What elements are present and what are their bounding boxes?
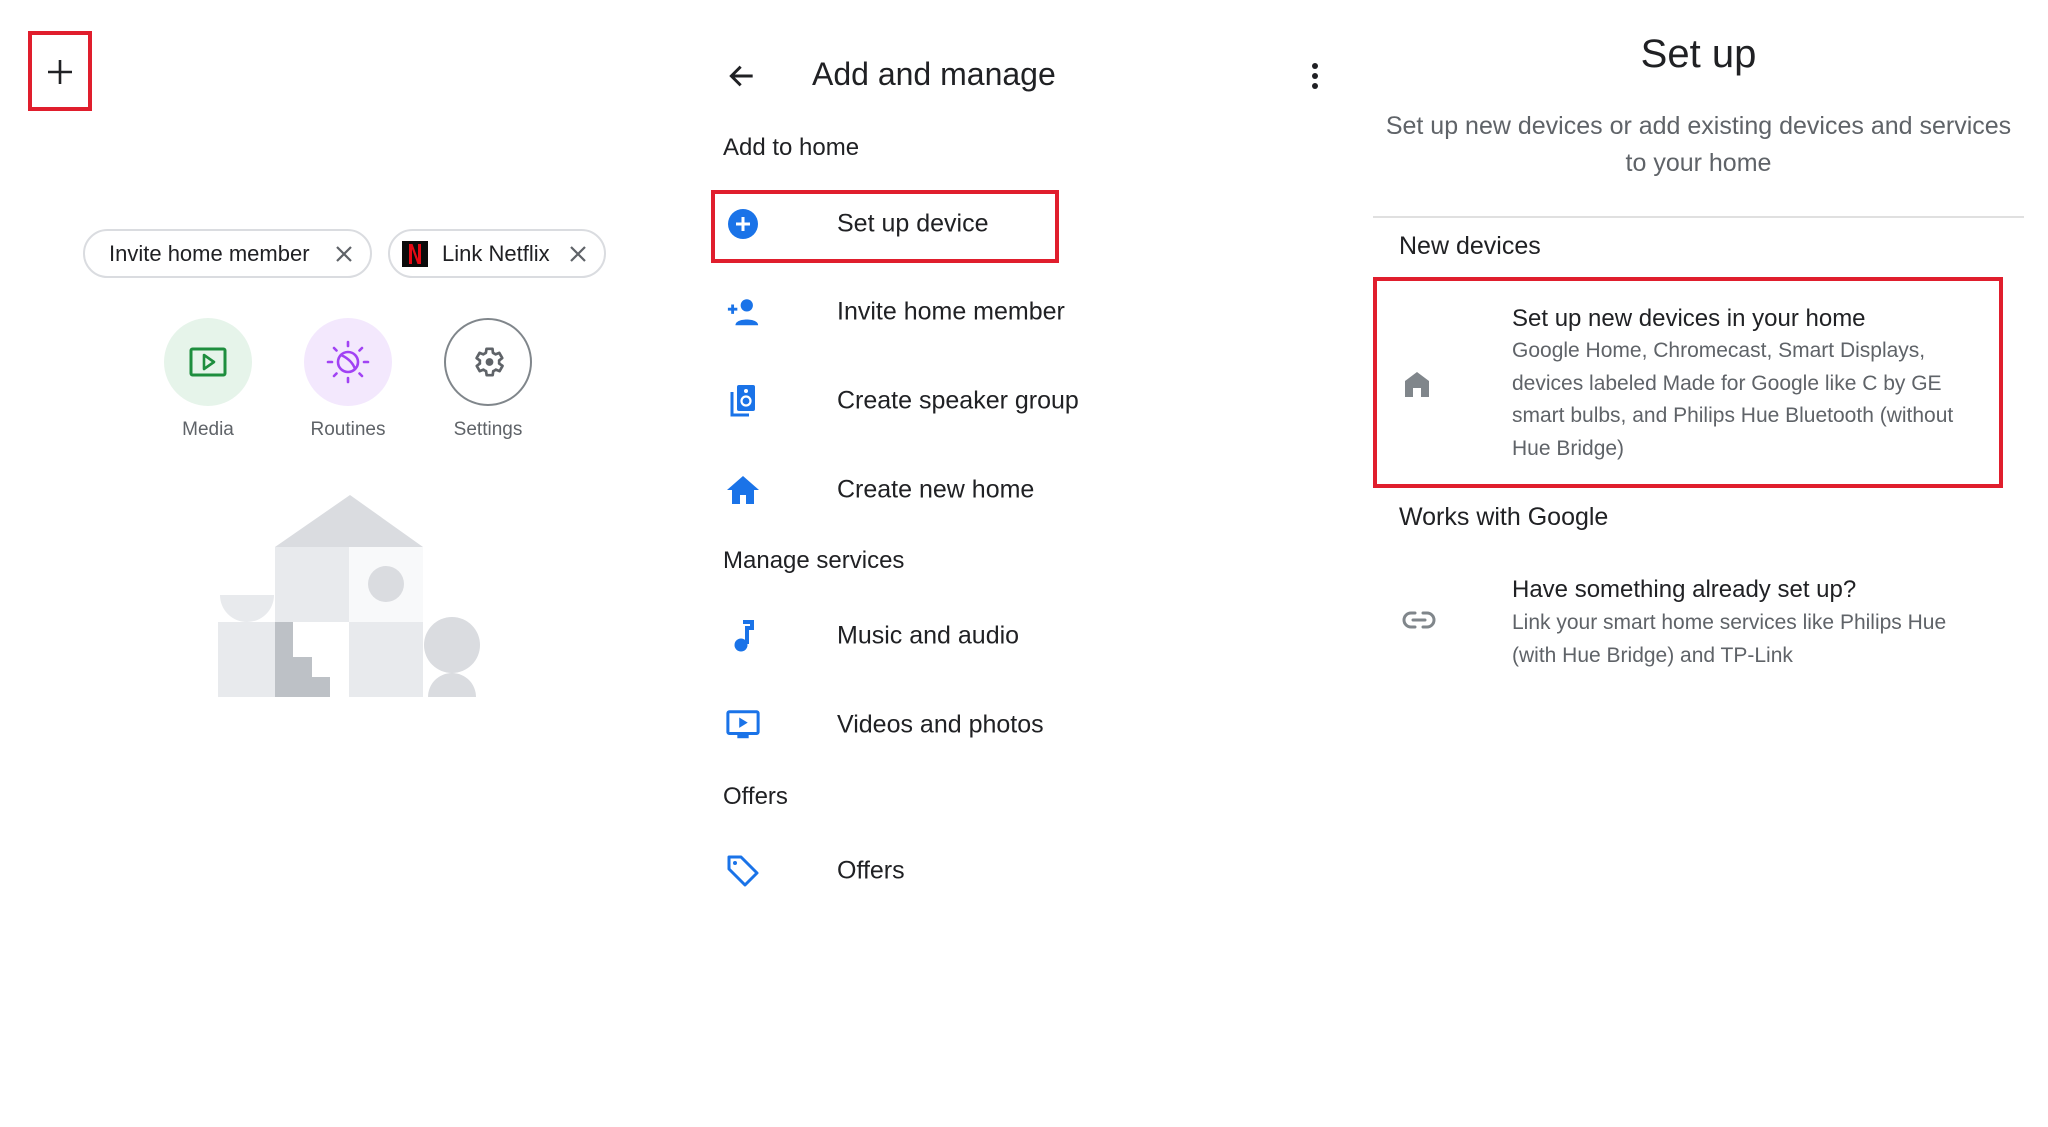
section-header-manage-services: Manage services bbox=[723, 547, 905, 574]
highlight-add-button bbox=[28, 31, 92, 111]
speaker-group-icon bbox=[730, 385, 755, 417]
menu-item-label: Create new home bbox=[837, 475, 1035, 504]
menu-item-label: Create speaker group bbox=[837, 386, 1079, 415]
menu-item-label: Invite home member bbox=[837, 297, 1065, 326]
section-header-new-devices: New devices bbox=[1399, 232, 1541, 260]
home-icon bbox=[727, 476, 759, 504]
link-icon bbox=[1402, 611, 1436, 629]
close-icon[interactable] bbox=[332, 242, 356, 266]
menu-item-videos-and-photos[interactable]: Videos and photos bbox=[712, 690, 1132, 760]
person-add-icon bbox=[727, 299, 759, 326]
netflix-logo-icon bbox=[402, 240, 428, 267]
empty-home-illustration bbox=[218, 495, 480, 697]
menu-item-music-and-audio[interactable]: Music and audio bbox=[712, 601, 1132, 671]
more-options-icon[interactable] bbox=[1305, 60, 1325, 92]
chip-invite-home-member[interactable]: Invite home member bbox=[83, 229, 372, 278]
highlight-set-up-device bbox=[711, 190, 1059, 263]
chip-link-netflix[interactable]: Link Netflix bbox=[388, 229, 606, 278]
routines-button[interactable] bbox=[304, 318, 392, 406]
card-description: Link your smart home services like Phili… bbox=[1512, 611, 1947, 667]
section-header-works-with-google: Works with Google bbox=[1399, 503, 1609, 531]
menu-item-label: Offers bbox=[837, 856, 905, 885]
menu-item-offers[interactable]: Offers bbox=[712, 836, 1132, 906]
routines-label: Routines bbox=[310, 419, 386, 440]
highlight-new-devices-card bbox=[1373, 277, 2003, 488]
back-arrow-icon[interactable] bbox=[726, 60, 758, 92]
settings-label: Settings bbox=[453, 419, 523, 440]
media-play-icon bbox=[189, 347, 227, 377]
gear-icon bbox=[475, 347, 504, 377]
menu-item-label: Music and audio bbox=[837, 621, 1020, 650]
chip-label: Link Netflix bbox=[442, 240, 550, 266]
tag-icon bbox=[727, 855, 759, 887]
setup-title: Set up bbox=[1640, 32, 1757, 76]
card-have-something-set-up[interactable]: Have something already set up? Link your… bbox=[1374, 560, 2002, 680]
chip-label: Invite home member bbox=[109, 240, 310, 266]
divider bbox=[1373, 216, 2024, 218]
menu-item-create-speaker-group[interactable]: Create speaker group bbox=[712, 366, 1132, 436]
video-icon bbox=[726, 710, 760, 739]
settings-button[interactable] bbox=[444, 318, 532, 406]
menu-item-label: Videos and photos bbox=[837, 710, 1044, 739]
routines-sun-moon-icon bbox=[326, 340, 370, 384]
card-title: Have something already set up? bbox=[1512, 576, 1857, 603]
setup-subtitle: Set up new devices or add existing devic… bbox=[1385, 112, 2012, 177]
media-button[interactable] bbox=[164, 318, 252, 406]
menu-item-create-new-home[interactable]: Create new home bbox=[712, 455, 1132, 525]
close-icon[interactable] bbox=[566, 242, 590, 266]
section-header-offers: Offers bbox=[723, 783, 788, 810]
section-header-add-to-home: Add to home bbox=[723, 134, 860, 161]
menu-item-invite-home-member[interactable]: Invite home member bbox=[712, 277, 1132, 347]
page-title: Add and manage bbox=[812, 56, 1056, 92]
music-note-icon bbox=[734, 620, 754, 652]
media-label: Media bbox=[182, 419, 234, 440]
